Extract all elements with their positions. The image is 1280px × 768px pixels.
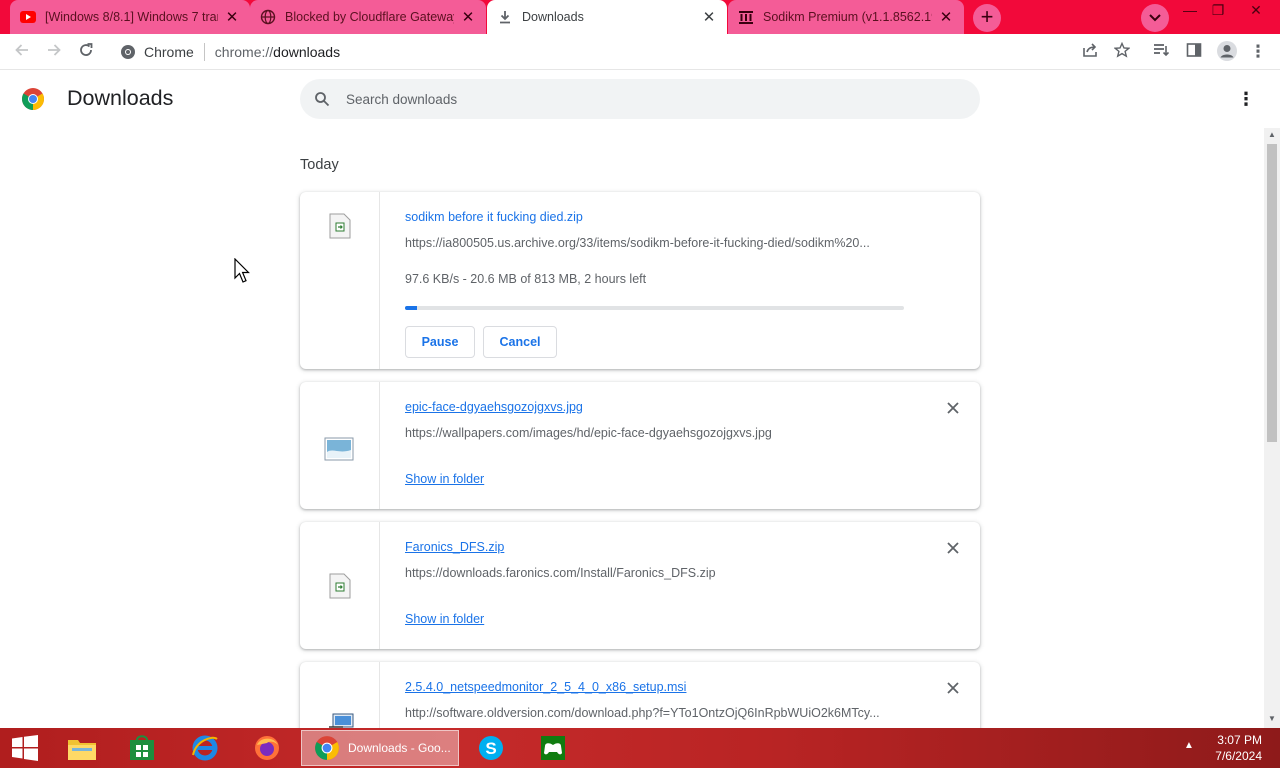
- file-url[interactable]: https://wallpapers.com/images/hd/epic-fa…: [405, 426, 905, 440]
- remove-icon[interactable]: [945, 540, 961, 556]
- show-in-folder-link[interactable]: Show in folder: [405, 472, 484, 486]
- chevron-down-icon: [1149, 14, 1161, 22]
- xbox-taskbar-icon[interactable]: [528, 730, 578, 766]
- window-close-button[interactable]: ✕: [1236, 0, 1276, 22]
- file-name[interactable]: Faronics_DFS.zip: [405, 540, 504, 554]
- scroll-down-arrow-icon[interactable]: ▼: [1264, 712, 1280, 726]
- cancel-button[interactable]: Cancel: [483, 326, 557, 358]
- profile-avatar-icon[interactable]: [1215, 40, 1239, 64]
- progress-fill: [405, 306, 418, 310]
- youtube-icon: [20, 9, 36, 25]
- url-host: downloads: [273, 44, 341, 60]
- chrome-logo-icon: [22, 88, 44, 110]
- maximize-button[interactable]: ❐: [1198, 0, 1238, 22]
- internet-explorer-taskbar-icon[interactable]: [180, 730, 230, 766]
- chrome-menu-icon[interactable]: ⋮: [1248, 42, 1268, 62]
- tab-strip: [Windows 8/8.1] Windows 7 transformation…: [0, 0, 1280, 34]
- forward-arrow-icon[interactable]: [44, 42, 64, 62]
- page-scrollbar[interactable]: ▲ ▼: [1264, 128, 1280, 728]
- tab-title: Downloads: [522, 10, 584, 24]
- search-icon: [315, 92, 330, 107]
- download-icon: [497, 9, 513, 25]
- address-bar[interactable]: Chrome chrome:// downloads: [112, 38, 1142, 66]
- file-icon-column: [300, 382, 380, 509]
- url-scheme: chrome://: [214, 44, 274, 60]
- tab-title: Blocked by Cloudflare Gateway: [285, 10, 454, 24]
- tab-cloudflare[interactable]: Blocked by Cloudflare Gateway ✕: [250, 0, 486, 34]
- tab-youtube[interactable]: [Windows 8/8.1] Windows 7 transformation…: [10, 0, 250, 34]
- date-section-label: Today: [300, 157, 339, 173]
- share-icon[interactable]: [1080, 42, 1100, 62]
- close-icon[interactable]: ✕: [224, 8, 240, 26]
- scrollbar-thumb[interactable]: [1267, 144, 1277, 442]
- back-arrow-icon[interactable]: [12, 42, 32, 62]
- download-progress-bar: [405, 306, 904, 310]
- downloads-header: Downloads ⋮: [0, 70, 1264, 128]
- show-in-folder-link[interactable]: Show in folder: [405, 612, 484, 626]
- zip-file-icon: [329, 573, 351, 599]
- skype-taskbar-icon[interactable]: S: [466, 730, 516, 766]
- show-hidden-icons-icon[interactable]: ▲: [1184, 740, 1194, 751]
- file-name[interactable]: sodikm before it fucking died.zip: [405, 210, 583, 224]
- search-input[interactable]: [346, 91, 946, 107]
- more-actions-icon[interactable]: ⋮: [1236, 88, 1256, 110]
- reload-icon[interactable]: [76, 42, 96, 62]
- reading-list-icon[interactable]: [1151, 42, 1171, 62]
- chrome-icon: [315, 736, 339, 760]
- download-status: 97.6 KB/s - 20.6 MB of 813 MB, 2 hours l…: [405, 272, 647, 286]
- file-name[interactable]: 2.5.4.0_netspeedmonitor_2_5_4_0_x86_setu…: [405, 680, 686, 694]
- start-button[interactable]: [0, 730, 50, 766]
- side-panel-icon[interactable]: [1184, 42, 1204, 62]
- tab-title: Sodikm Premium (v1.1.8562.1999): [763, 10, 932, 24]
- bookmark-star-icon[interactable]: [1112, 41, 1132, 62]
- scroll-up-arrow-icon[interactable]: ▲: [1264, 128, 1280, 142]
- chrome-site-icon: [121, 45, 135, 59]
- download-item: Faronics_DFS.zip https://downloads.faron…: [300, 522, 980, 649]
- chrome-taskbar-button[interactable]: Downloads - Goo...: [301, 730, 459, 766]
- firefox-taskbar-icon[interactable]: [242, 730, 292, 766]
- svg-text:S: S: [485, 739, 496, 758]
- download-item: epic-face-dgyaehsgozojgxvs.jpg https://w…: [300, 382, 980, 509]
- omnibox-divider: [203, 43, 205, 61]
- pause-button[interactable]: Pause: [405, 326, 475, 358]
- globe-icon: [260, 9, 276, 25]
- search-downloads-box[interactable]: [300, 79, 980, 119]
- tab-title: [Windows 8/8.1] Windows 7 transformation: [45, 10, 218, 24]
- site-chip: Chrome: [144, 44, 194, 60]
- file-explorer-taskbar-icon[interactable]: [57, 730, 107, 766]
- tab-downloads[interactable]: Downloads ✕: [487, 0, 727, 34]
- file-url[interactable]: http://software.oldversion.com/download.…: [405, 706, 905, 720]
- clock-date: 7/6/2024: [1215, 749, 1262, 763]
- store-taskbar-icon[interactable]: [117, 730, 167, 766]
- file-name[interactable]: epic-face-dgyaehsgozojgxvs.jpg: [405, 400, 583, 414]
- download-item: sodikm before it fucking died.zip https:…: [300, 192, 980, 369]
- windows-logo-icon: [12, 735, 38, 761]
- file-url[interactable]: https://ia800505.us.archive.org/33/items…: [405, 236, 905, 250]
- tab-search-button[interactable]: [1141, 4, 1169, 32]
- remove-icon[interactable]: [945, 680, 961, 696]
- archive-icon: [738, 9, 754, 25]
- new-tab-button[interactable]: +: [973, 4, 1001, 32]
- close-icon[interactable]: ✕: [938, 8, 954, 26]
- file-icon-column: [300, 522, 380, 649]
- clock-time: 3:07 PM: [1217, 733, 1262, 747]
- zip-file-icon: [329, 213, 351, 239]
- remove-icon[interactable]: [945, 400, 961, 416]
- close-icon[interactable]: ✕: [460, 8, 476, 26]
- taskbar-button-label: Downloads - Goo...: [348, 741, 451, 755]
- mouse-pointer-icon: [234, 258, 250, 283]
- close-icon[interactable]: ✕: [701, 8, 717, 26]
- windows-taskbar: Downloads - Goo... S: [0, 728, 1280, 768]
- image-file-icon: [324, 437, 354, 461]
- page-title: Downloads: [67, 86, 174, 110]
- tab-sodikm[interactable]: Sodikm Premium (v1.1.8562.1999) ✕: [728, 0, 964, 34]
- file-url[interactable]: https://downloads.faronics.com/Install/F…: [405, 566, 905, 580]
- toolbar: Chrome chrome:// downloads ⋮: [0, 34, 1280, 70]
- system-clock[interactable]: 3:07 PM 7/6/2024: [1206, 732, 1262, 764]
- file-icon-column: [300, 192, 380, 369]
